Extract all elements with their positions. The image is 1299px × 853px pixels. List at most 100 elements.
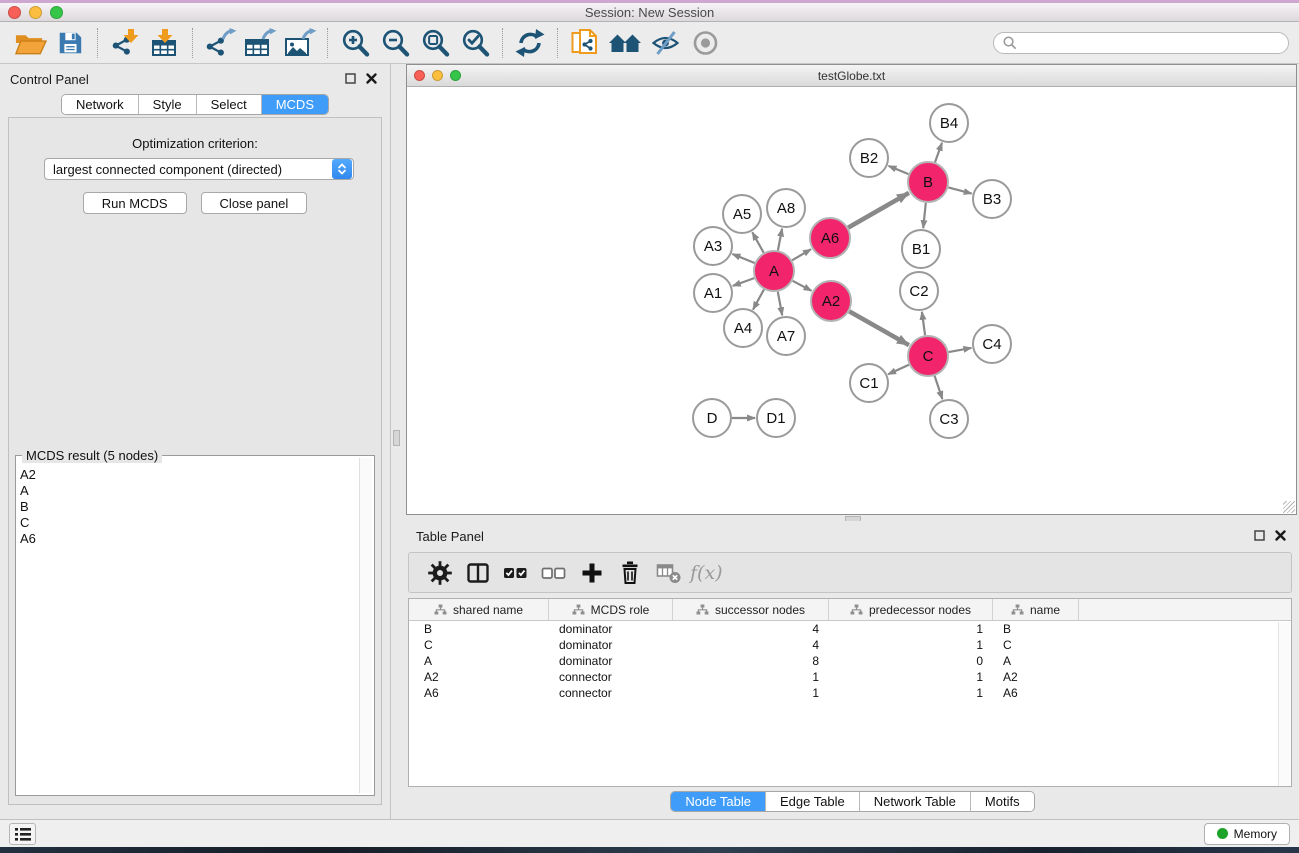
birdseye-view-button[interactable] (685, 26, 725, 60)
close-icon[interactable] (1274, 529, 1289, 544)
show-column-button[interactable] (459, 557, 497, 589)
table-tab-network-table[interactable]: Network Table (859, 792, 970, 811)
edge-A-A5[interactable] (752, 232, 763, 252)
vertical-splitter-handle[interactable] (393, 430, 400, 446)
export-image-button[interactable] (280, 26, 320, 60)
edge-A-A3[interactable] (732, 254, 754, 263)
mcds-result-item[interactable]: A (20, 483, 358, 499)
float-icon[interactable] (1253, 529, 1268, 544)
edge-B-B2[interactable] (889, 166, 909, 174)
node-B1[interactable]: B1 (902, 230, 940, 268)
node-B3[interactable]: B3 (973, 180, 1011, 218)
tab-style[interactable]: Style (138, 95, 196, 114)
show-networks-button[interactable] (605, 26, 645, 60)
float-icon[interactable] (344, 72, 359, 87)
mcds-result-item[interactable]: B (20, 499, 358, 515)
zoom-in-button[interactable] (335, 26, 375, 60)
node-D1[interactable]: D1 (757, 399, 795, 437)
edge-B-B3[interactable] (948, 187, 971, 193)
node-B2[interactable]: B2 (850, 139, 888, 177)
table-row[interactable]: Adominator80A (409, 653, 1291, 669)
edge-C-C4[interactable] (949, 348, 972, 352)
column-header-predecessor-nodes[interactable]: predecessor nodes (829, 599, 993, 620)
task-history-button[interactable] (9, 823, 36, 845)
table-tab-motifs[interactable]: Motifs (970, 792, 1034, 811)
open-session-button[interactable] (10, 26, 50, 60)
mcds-result-list[interactable]: A2ABCA6 (20, 459, 358, 793)
mcds-result-item[interactable]: A2 (20, 467, 358, 483)
node-C4[interactable]: C4 (973, 325, 1011, 363)
edge-A-A8[interactable] (778, 229, 782, 251)
mcds-list-scrollbar[interactable] (359, 458, 372, 793)
node-C3[interactable]: C3 (930, 400, 968, 438)
table-scrollbar[interactable] (1278, 622, 1291, 786)
edge-A-A4[interactable] (753, 289, 764, 309)
column-header-MCDS-role[interactable]: MCDS role (549, 599, 673, 620)
node-B4[interactable]: B4 (930, 104, 968, 142)
apply-layout-button[interactable] (510, 26, 550, 60)
node-A1[interactable]: A1 (694, 274, 732, 312)
node-B[interactable]: B (908, 162, 948, 202)
edge-A-A1[interactable] (733, 278, 754, 286)
tab-network[interactable]: Network (62, 95, 138, 114)
zoom-fit-button[interactable] (415, 26, 455, 60)
create-column-button[interactable] (573, 557, 611, 589)
close-icon[interactable] (365, 72, 380, 87)
unselect-all-columns-button[interactable] (535, 557, 573, 589)
edge-A-A7[interactable] (778, 292, 782, 316)
column-header-name[interactable]: name (993, 599, 1079, 620)
node-A2[interactable]: A2 (811, 281, 851, 321)
node-D[interactable]: D (693, 399, 731, 437)
duplicate-network-button[interactable] (565, 26, 605, 60)
export-network-button[interactable] (200, 26, 240, 60)
tab-select[interactable]: Select (196, 95, 261, 114)
node-C1[interactable]: C1 (850, 364, 888, 402)
node-A8[interactable]: A8 (767, 189, 805, 227)
tab-mcds[interactable]: MCDS (261, 95, 328, 114)
import-network-button[interactable] (105, 26, 145, 60)
edge-B-B4[interactable] (935, 143, 942, 162)
mcds-result-item[interactable]: C (20, 515, 358, 531)
edge-B-B1[interactable] (923, 203, 926, 228)
zoom-out-button[interactable] (375, 26, 415, 60)
edge-A-A2[interactable] (793, 281, 812, 291)
node-A7[interactable]: A7 (767, 317, 805, 355)
edge-C-C2[interactable] (922, 312, 925, 335)
import-table-button[interactable] (145, 26, 185, 60)
node-C2[interactable]: C2 (900, 272, 938, 310)
search-input[interactable] (1017, 36, 1280, 50)
delete-column-button[interactable] (611, 557, 649, 589)
network-canvas[interactable]: A A1 A2 A3 A4 A5 A6 A7 A8 B B1 B2 B3 (407, 87, 1296, 514)
mcds-result-item[interactable]: A6 (20, 531, 358, 547)
criterion-dropdown[interactable]: largest connected component (directed) (44, 158, 354, 180)
column-header-shared-name[interactable]: shared name (409, 599, 549, 620)
export-table-button[interactable] (240, 26, 280, 60)
zoom-selected-button[interactable] (455, 26, 495, 60)
save-session-button[interactable] (50, 26, 90, 60)
run-mcds-button[interactable]: Run MCDS (83, 192, 187, 214)
table-row[interactable]: A2connector11A2 (409, 669, 1291, 685)
table-row[interactable]: Bdominator41B (409, 621, 1291, 637)
resize-grip[interactable] (1283, 501, 1295, 513)
hide-graphics-details-button[interactable] (645, 26, 685, 60)
table-tab-node-table[interactable]: Node Table (671, 792, 765, 811)
node-A3[interactable]: A3 (694, 227, 732, 265)
select-all-columns-button[interactable] (497, 557, 535, 589)
node-A[interactable]: A (754, 251, 794, 291)
memory-button[interactable]: Memory (1204, 823, 1290, 845)
table-row[interactable]: Cdominator41C (409, 637, 1291, 653)
table-settings-button[interactable] (421, 557, 459, 589)
edge-A-A6[interactable] (792, 249, 811, 260)
edge-A6-B[interactable] (848, 193, 909, 228)
node-A6[interactable]: A6 (810, 218, 850, 258)
node-C[interactable]: C (908, 336, 948, 376)
node-A4[interactable]: A4 (724, 309, 762, 347)
search-field[interactable] (993, 32, 1289, 54)
edge-A2-C[interactable] (849, 311, 909, 345)
edge-C-C1[interactable] (888, 365, 909, 375)
table-row[interactable]: A6connector11A6 (409, 685, 1291, 701)
edge-C-C3[interactable] (935, 376, 943, 399)
column-header-successor-nodes[interactable]: successor nodes (673, 599, 829, 620)
close-panel-button[interactable]: Close panel (201, 192, 308, 214)
node-A5[interactable]: A5 (723, 195, 761, 233)
